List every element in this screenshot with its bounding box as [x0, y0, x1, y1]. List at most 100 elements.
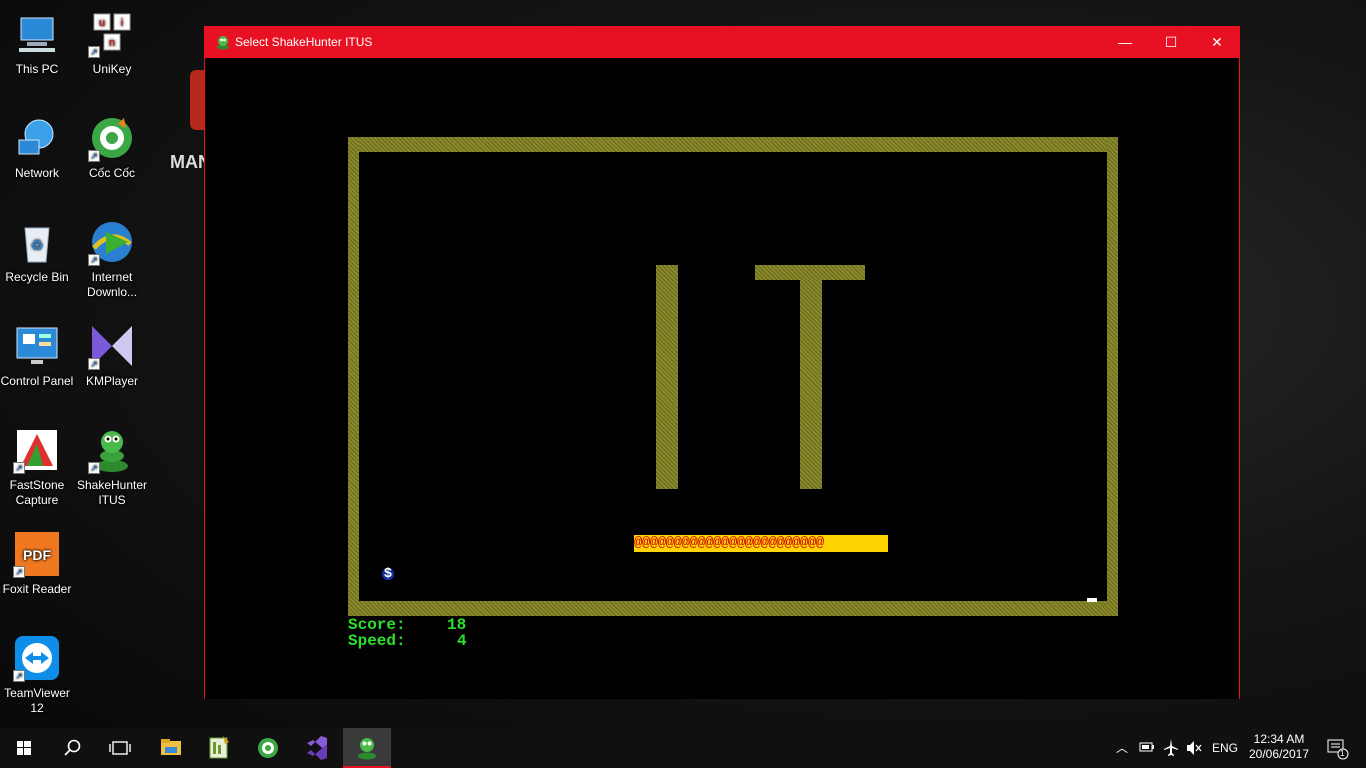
clock[interactable]: 12:34 AM 20/06/2017	[1246, 728, 1312, 768]
search-button[interactable]	[48, 728, 96, 768]
action-center-button[interactable]: 1	[1322, 728, 1352, 768]
snake-body: @@@@@@@@@@@@@@@@@@@@@@@@	[634, 535, 888, 552]
desktop-icon-label: Control Panel	[0, 374, 74, 388]
shortcut-arrow-icon: ↗	[88, 150, 100, 162]
wallpaper-emblem	[190, 70, 204, 130]
battery-icon	[1139, 742, 1154, 752]
clock-time: 12:34 AM	[1253, 732, 1305, 746]
desktop-icon-label: Foxit Reader	[2, 582, 72, 596]
wall-right	[1107, 137, 1118, 616]
food-item: $	[381, 566, 395, 582]
desktop-icon-label: Cốc Cốc	[88, 166, 135, 180]
svg-text:i: i	[121, 17, 123, 29]
close-button[interactable]: ✕	[1194, 27, 1240, 58]
window-title: Select ShakeHunter ITUS	[235, 35, 373, 49]
shortcut-arrow-icon: ↗	[88, 462, 100, 474]
console-cursor	[1087, 598, 1097, 602]
coccoc-icon	[258, 738, 278, 758]
taskbar-visual-studio[interactable]	[293, 728, 341, 768]
desktop-icon-foxit[interactable]: PDF ↗ Foxit Reader	[0, 530, 74, 597]
snake-icon: ↗	[88, 426, 136, 474]
taskbar-coccoc[interactable]	[244, 728, 292, 768]
notification-count-badge: 1	[1340, 749, 1345, 758]
obstacle-letter-t-bar	[755, 265, 865, 280]
score-label: Score:	[348, 616, 406, 634]
obstacle-letter-i	[656, 265, 678, 489]
minimize-button[interactable]: —	[1102, 27, 1148, 58]
airplane-mode-icon	[1164, 739, 1178, 756]
desktop-icon-label: Internet Downlo...	[86, 270, 138, 299]
control-panel-icon	[13, 322, 61, 370]
title-bar[interactable]: Select ShakeHunter ITUS — ☐ ✕	[205, 27, 1239, 58]
search-icon	[64, 739, 81, 756]
desktop-icon-coccoc[interactable]: ↗ Cốc Cốc	[75, 114, 149, 181]
maximize-button[interactable]: ☐	[1148, 27, 1194, 58]
snake-icon	[215, 34, 231, 50]
shortcut-arrow-icon: ↗	[13, 462, 25, 474]
desktop-icon-label: Recycle Bin	[5, 270, 69, 284]
game-area[interactable]: @@@@@@@@@@@@@@@@@@@@@@@@ $ Score: 18 Spe…	[205, 58, 1239, 699]
game-window: Select ShakeHunter ITUS — ☐ ✕ @@@@@@@@@@…	[204, 26, 1240, 699]
kmplayer-icon: ↗	[88, 322, 136, 370]
file-explorer-icon	[161, 739, 181, 755]
show-hidden-icons-button[interactable]: ︿	[1114, 728, 1130, 768]
snake-icon	[358, 738, 376, 760]
svg-text:n: n	[109, 37, 115, 49]
desktop-icon-unikey[interactable]: u in ↗ UniKey	[75, 10, 149, 77]
start-button[interactable]	[0, 728, 48, 768]
foxit-icon: PDF ↗	[13, 530, 61, 578]
windows-logo-icon	[17, 741, 31, 755]
desktop-icon-this-pc[interactable]: This PC	[0, 10, 74, 77]
speed-value: 4	[457, 632, 467, 650]
desktop-icon-label: KMPlayer	[85, 374, 138, 388]
desktop-icon-control-panel[interactable]: Control Panel	[0, 322, 74, 389]
volume-indicator[interactable]	[1185, 728, 1203, 768]
shortcut-arrow-icon: ↗	[88, 46, 100, 58]
volume-muted-icon	[1187, 741, 1202, 755]
battery-indicator[interactable]	[1138, 728, 1156, 768]
network-icon	[13, 114, 61, 162]
recycle-bin-icon: ♻	[13, 218, 61, 266]
notepad-plus-icon	[209, 736, 229, 759]
wall-top	[348, 137, 1118, 152]
shortcut-arrow-icon: ↗	[13, 566, 25, 578]
shortcut-arrow-icon: ↗	[88, 358, 100, 370]
task-view-button[interactable]	[96, 728, 144, 768]
coccoc-icon: ↗	[88, 114, 136, 162]
teamviewer-icon: ↗	[13, 634, 61, 682]
notification-icon	[1327, 739, 1349, 760]
taskbar-notepad-plus[interactable]	[195, 728, 243, 768]
obstacle-letter-t-stem	[800, 280, 822, 489]
svg-text:PDF: PDF	[23, 547, 51, 563]
wall-bottom	[348, 601, 1118, 616]
shortcut-arrow-icon: ↗	[88, 254, 100, 266]
network-indicator[interactable]	[1162, 728, 1180, 768]
svg-text:♻: ♻	[31, 237, 44, 253]
desktop-icon-label: ShakeHunter ITUS	[76, 478, 148, 507]
faststone-icon: ↗	[13, 426, 61, 474]
svg-text:u: u	[99, 17, 105, 29]
shortcut-arrow-icon: ↗	[13, 670, 25, 682]
desktop-icon-faststone[interactable]: ↗ FastStone Capture	[0, 426, 74, 508]
desktop-icon-kmplayer[interactable]: ↗ KMPlayer	[75, 322, 149, 389]
taskbar-shakehunter[interactable]	[343, 728, 391, 768]
taskbar: ︿ ENG 12:34 AM 20/06/2017 1	[0, 728, 1366, 768]
computer-icon	[13, 10, 61, 58]
clock-date: 20/06/2017	[1248, 747, 1310, 761]
task-view-icon	[109, 741, 131, 755]
desktop-icon-label: Network	[14, 166, 59, 180]
desktop-icon-label: This PC	[15, 62, 59, 76]
taskbar-file-explorer[interactable]	[147, 728, 195, 768]
desktop-icon-shakehunter[interactable]: ↗ ShakeHunter ITUS	[75, 426, 149, 508]
chevron-up-icon: ︿	[1115, 741, 1128, 755]
desktop-icon-idm[interactable]: ↗ Internet Downlo...	[75, 218, 149, 300]
desktop-icon-label: TeamViewer 12	[4, 686, 70, 715]
visual-studio-icon	[307, 736, 327, 760]
speed-label: Speed:	[348, 632, 406, 650]
desktop-icon-teamviewer[interactable]: ↗ TeamViewer 12	[0, 634, 74, 716]
desktop-icon-label: FastStone Capture	[9, 478, 65, 507]
desktop-icon-network[interactable]: Network	[0, 114, 74, 181]
idm-icon: ↗	[88, 218, 136, 266]
desktop-icon-recycle-bin[interactable]: ♻ Recycle Bin	[0, 218, 74, 285]
language-indicator[interactable]: ENG	[1212, 728, 1238, 768]
